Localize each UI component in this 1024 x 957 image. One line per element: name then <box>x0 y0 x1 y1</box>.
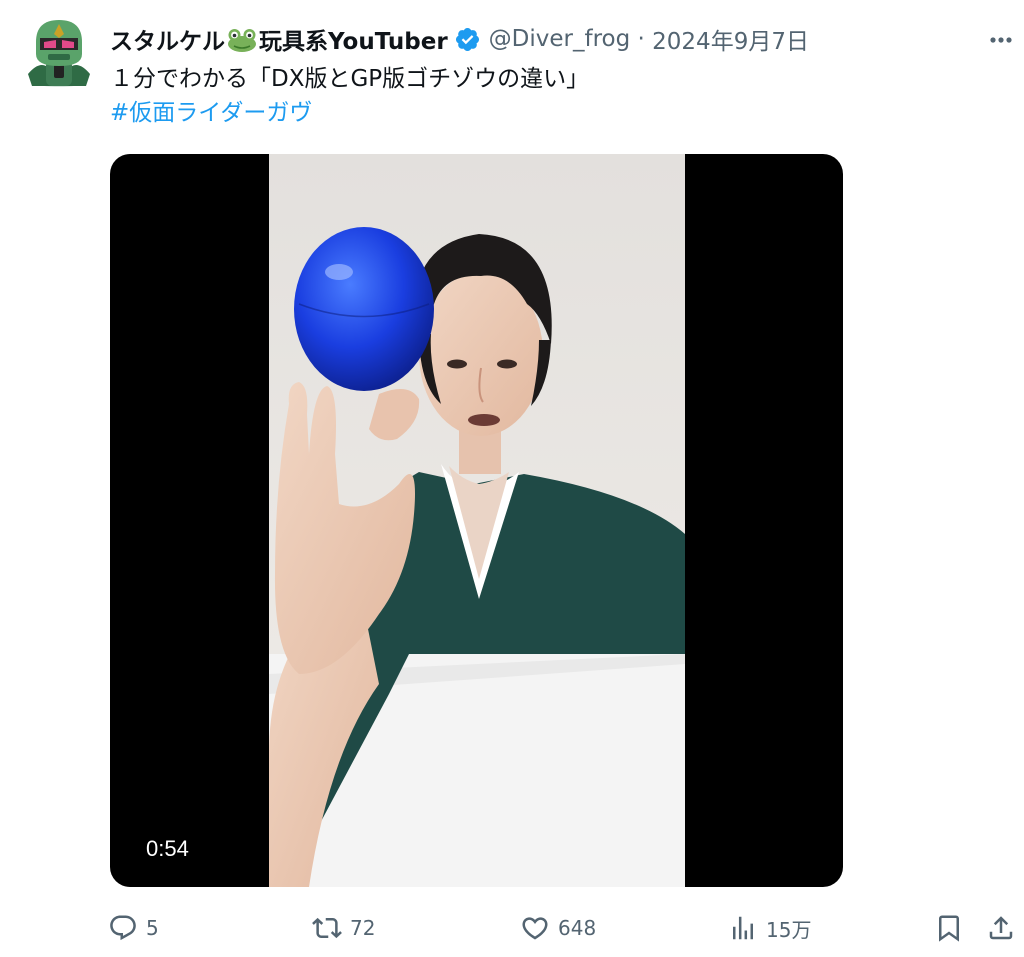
tweet-header: スタルケル 玩具系YouTuber @Diver_frog · 2024年9月7… <box>110 20 809 58</box>
hashtag-link[interactable]: #仮面ライダーガヴ <box>110 96 589 130</box>
tweet-text: １分でわかる「DX版とGP版ゴチゾウの違い」 #仮面ライダーガヴ <box>110 62 589 130</box>
views-button[interactable]: 15万 <box>728 908 811 948</box>
meta-separator: · <box>630 26 653 52</box>
avatar-image <box>28 20 90 87</box>
repost-button[interactable]: 72 <box>312 908 375 948</box>
tweet-date[interactable]: 2024年9月7日 <box>652 22 809 56</box>
bookmark-button[interactable] <box>934 908 964 948</box>
share-icon <box>989 916 1013 940</box>
action-bar: 5 72 648 15万 <box>0 908 1024 948</box>
repost-icon <box>312 917 342 939</box>
video-thumbnail <box>269 154 685 887</box>
like-count: 648 <box>558 916 597 940</box>
views-count: 15万 <box>766 917 812 942</box>
bookmark-icon <box>939 915 959 942</box>
video-duration: 0:54 <box>146 836 189 861</box>
display-name-suffix: 玩具系YouTuber <box>259 29 448 55</box>
reply-count: 5 <box>146 916 159 940</box>
avatar[interactable] <box>24 16 94 90</box>
tweet-body: １分でわかる「DX版とGP版ゴチゾウの違い」 <box>110 66 590 92</box>
display-name[interactable]: スタルケル 玩具系YouTuber <box>110 22 448 56</box>
user-handle[interactable]: @Diver_frog <box>489 26 631 52</box>
repost-count: 72 <box>350 916 376 940</box>
like-button[interactable]: 648 <box>520 908 596 948</box>
frog-emoji-icon <box>228 29 256 52</box>
display-name-prefix: スタルケル <box>110 29 225 55</box>
more-dots-icon <box>990 37 1012 43</box>
views-chart-icon <box>733 916 753 940</box>
heart-icon <box>522 917 548 940</box>
more-options-button[interactable] <box>982 26 1020 54</box>
share-button[interactable] <box>986 908 1016 948</box>
verified-badge-icon <box>455 27 479 51</box>
video-player[interactable]: 0:54 <box>110 154 843 887</box>
reply-icon <box>110 915 136 941</box>
reply-button[interactable]: 5 <box>108 908 159 948</box>
